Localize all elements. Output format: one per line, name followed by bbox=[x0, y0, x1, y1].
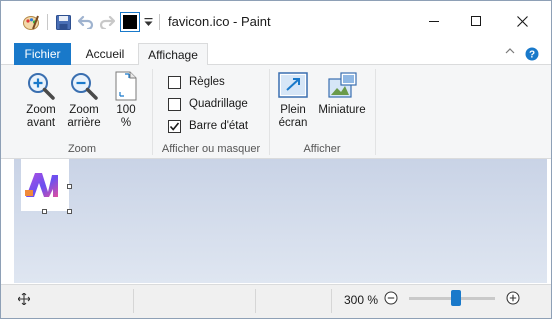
rulers-label: Règles bbox=[189, 76, 225, 88]
zoom-out-button[interactable]: Zoom arrière bbox=[64, 71, 104, 130]
thumbnail-button[interactable]: Miniature bbox=[315, 71, 369, 117]
favicon-image bbox=[21, 159, 69, 211]
title-bar: favicon.ico - Paint bbox=[1, 1, 551, 41]
actual-size-label-2: % bbox=[120, 117, 132, 129]
qa-separator bbox=[159, 14, 160, 30]
status-separator bbox=[133, 289, 134, 313]
close-button[interactable] bbox=[499, 1, 545, 41]
display-group-label: Afficher bbox=[303, 143, 341, 155]
gridlines-label: Quadrillage bbox=[189, 98, 248, 110]
checkmark-icon bbox=[169, 121, 180, 131]
resize-handle-right[interactable] bbox=[67, 184, 72, 189]
status-separator bbox=[331, 289, 332, 313]
image-canvas[interactable] bbox=[21, 159, 72, 214]
zoom-out-small-button[interactable] bbox=[384, 291, 398, 305]
maximize-button[interactable] bbox=[453, 1, 499, 41]
ribbon-tabs: Fichier Accueil Affichage ? bbox=[1, 41, 551, 66]
right-margin bbox=[547, 159, 551, 283]
thumbnail-label: Miniature bbox=[318, 104, 366, 116]
canvas-workspace[interactable] bbox=[14, 159, 547, 283]
actual-size-label-1: 100 bbox=[116, 104, 136, 116]
zoom-level-text: 300 % bbox=[344, 293, 379, 307]
close-icon bbox=[516, 15, 528, 27]
zoom-in-label-2: avant bbox=[26, 117, 56, 129]
window-title: favicon.ico - Paint bbox=[168, 14, 271, 29]
gridlines-checkbox[interactable]: Quadrillage bbox=[168, 95, 248, 113]
collapse-ribbon-button[interactable] bbox=[503, 47, 517, 54]
zoom-group-label: Zoom bbox=[67, 143, 97, 155]
zoom-out-label-2: arrière bbox=[67, 117, 101, 129]
maximize-icon bbox=[471, 16, 481, 26]
gridlines-check-box[interactable] bbox=[168, 97, 181, 111]
chevron-up-icon bbox=[505, 48, 515, 54]
resize-handle-bottom[interactable] bbox=[42, 209, 47, 214]
zoom-slider-thumb[interactable] bbox=[451, 290, 462, 306]
redo-icon[interactable] bbox=[98, 11, 116, 33]
undo-icon[interactable] bbox=[77, 11, 95, 33]
paint-icon[interactable] bbox=[21, 11, 41, 33]
rulers-check-box[interactable] bbox=[168, 75, 181, 89]
actual-size-icon bbox=[115, 71, 137, 101]
tab-view[interactable]: Affichage bbox=[138, 43, 208, 66]
zoom-in-small-button[interactable] bbox=[506, 291, 520, 305]
fullscreen-label-2: écran bbox=[278, 117, 308, 129]
rulers-checkbox[interactable]: Règles bbox=[168, 73, 225, 91]
qa-separator bbox=[47, 14, 48, 30]
resize-handle-corner[interactable] bbox=[67, 209, 72, 214]
help-button[interactable]: ? bbox=[524, 47, 540, 61]
customize-dropdown-icon[interactable] bbox=[142, 11, 154, 33]
zoom-in-label-1: Zoom bbox=[26, 104, 56, 116]
thumbnail-icon bbox=[328, 72, 357, 98]
fullscreen-icon bbox=[278, 72, 308, 98]
fullscreen-label-1: Plein bbox=[280, 104, 306, 116]
help-icon: ? bbox=[525, 47, 539, 61]
tab-file[interactable]: Fichier bbox=[14, 43, 71, 65]
cursor-position-icon bbox=[18, 293, 30, 305]
svg-text:?: ? bbox=[529, 50, 535, 61]
ribbon-panel: Zoom avant Zoom arrière 100 % Zoom Règle… bbox=[1, 65, 551, 159]
color-swatch-icon[interactable] bbox=[119, 11, 140, 33]
left-margin bbox=[1, 159, 14, 283]
zoom-out-icon bbox=[71, 73, 98, 100]
status-bar: 300 % bbox=[1, 284, 551, 318]
status-separator bbox=[255, 289, 256, 313]
minimize-button[interactable] bbox=[411, 1, 457, 41]
minimize-icon bbox=[429, 21, 439, 22]
show-hide-group-label: Afficher ou masquer bbox=[161, 143, 261, 155]
group-separator bbox=[375, 69, 376, 155]
paint-window: favicon.ico - Paint Fichier Accueil Affi… bbox=[0, 0, 552, 319]
statusbar-label: Barre d'état bbox=[189, 120, 249, 132]
actual-size-button[interactable]: 100 % bbox=[110, 71, 142, 130]
zoom-in-icon bbox=[28, 73, 55, 100]
statusbar-checkbox[interactable]: Barre d'état bbox=[168, 117, 248, 135]
zoom-out-label-1: Zoom bbox=[69, 104, 99, 116]
tab-home[interactable]: Accueil bbox=[77, 43, 133, 65]
statusbar-check-box[interactable] bbox=[168, 119, 181, 133]
save-icon[interactable] bbox=[54, 11, 72, 33]
fullscreen-button[interactable]: Plein écran bbox=[275, 71, 311, 130]
zoom-in-button[interactable]: Zoom avant bbox=[22, 71, 60, 130]
